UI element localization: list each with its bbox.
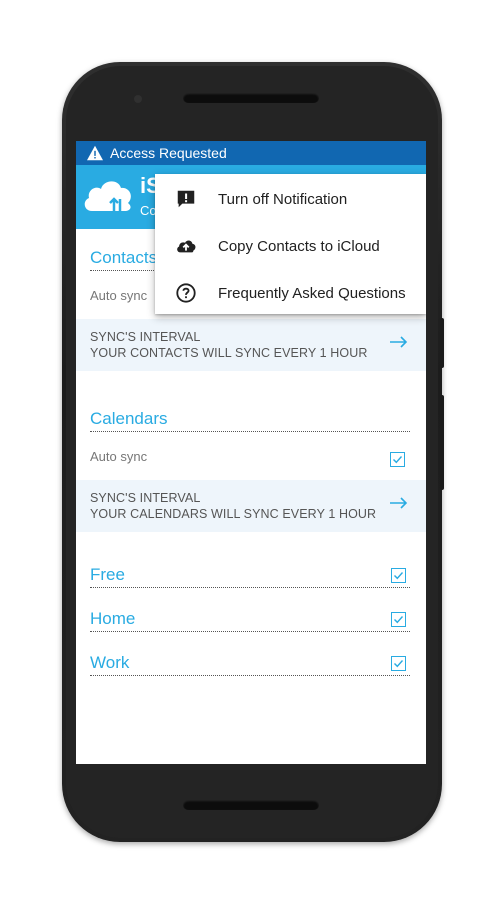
top-speaker [183, 93, 319, 103]
arrow-right-icon [390, 497, 408, 509]
interval-description: YOUR CONTACTS WILL SYNC EVERY 1 HOUR [90, 346, 368, 360]
calendar-checkbox[interactable] [391, 568, 406, 583]
menu-item-faq[interactable]: Frequently Asked Questions [155, 270, 426, 316]
contacts-auto-sync-label[interactable]: Auto sync [90, 288, 147, 303]
bottom-speaker [183, 800, 319, 810]
calendar-label: Home [90, 609, 136, 628]
calendars-sync-interval[interactable]: SYNC'S INTERVAL YOUR CALENDARS WILL SYNC… [76, 480, 426, 532]
calendar-checkbox[interactable] [391, 656, 406, 671]
calendar-checkbox[interactable] [391, 612, 406, 627]
status-bar[interactable]: Access Requested [76, 141, 426, 165]
overflow-menu: Turn off Notification Copy Contacts to i… [155, 174, 426, 314]
menu-item-label: Copy Contacts to iCloud [218, 238, 380, 255]
cloud-sync-icon [84, 181, 131, 221]
menu-item-turn-off-notification[interactable]: Turn off Notification [155, 176, 426, 222]
calendars-auto-sync-checkbox[interactable] [390, 452, 405, 467]
volume-button [440, 395, 444, 490]
menu-item-label: Turn off Notification [218, 191, 348, 208]
calendar-label: Free [90, 565, 125, 584]
interval-description: YOUR CALENDARS WILL SYNC EVERY 1 HOUR [90, 507, 377, 521]
contacts-sync-interval[interactable]: SYNC'S INTERVAL YOUR CONTACTS WILL SYNC … [76, 319, 426, 371]
arrow-right-icon [390, 336, 408, 348]
calendar-item-home[interactable]: Home [90, 605, 410, 632]
calendars-section-title: Calendars [90, 409, 410, 432]
notification-off-icon [177, 190, 195, 208]
status-text: Access Requested [110, 145, 227, 161]
warning-icon [87, 145, 103, 161]
interval-heading: SYNC'S INTERVAL [90, 491, 201, 505]
checkmark-icon [393, 456, 403, 464]
checkmark-icon [394, 572, 404, 580]
checkmark-icon [394, 660, 404, 668]
screen: Access Requested iS Co Contacts Auto syn… [76, 141, 426, 764]
calendar-item-work[interactable]: Work [90, 649, 410, 676]
menu-item-copy-contacts[interactable]: Copy Contacts to iCloud [155, 223, 426, 269]
checkmark-icon [394, 616, 404, 624]
calendar-item-free[interactable]: Free [90, 561, 410, 588]
calendar-label: Work [90, 653, 130, 672]
interval-heading: SYNC'S INTERVAL [90, 330, 201, 344]
front-camera [134, 95, 142, 103]
calendars-auto-sync-label: Auto sync [90, 449, 148, 464]
help-icon [176, 283, 196, 303]
menu-item-label: Frequently Asked Questions [218, 285, 406, 302]
cloud-upload-icon [177, 240, 196, 253]
power-button [440, 318, 444, 368]
